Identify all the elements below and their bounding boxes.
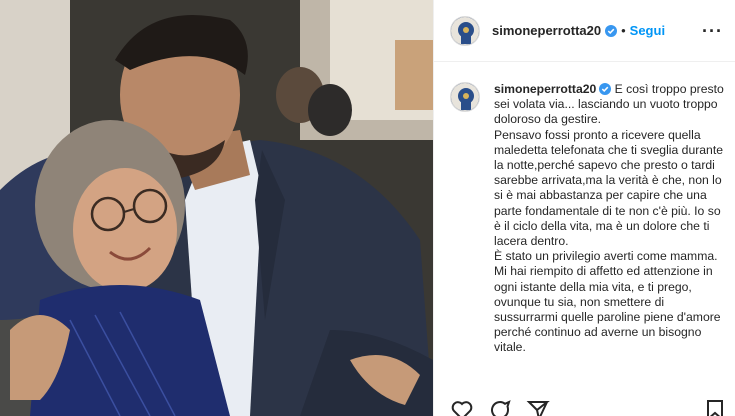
- post-header: simoneperrotta20 • Segui ···: [434, 0, 735, 62]
- avatar-icon: [451, 83, 479, 111]
- heart-icon[interactable]: [450, 398, 474, 416]
- comment-icon[interactable]: [488, 398, 512, 416]
- action-bar: [450, 398, 550, 416]
- follow-button[interactable]: Segui: [630, 23, 665, 38]
- caption-username[interactable]: simoneperrotta20: [494, 82, 596, 96]
- post-sidebar: simoneperrotta20 • Segui ··· simoneperro…: [433, 0, 735, 416]
- caption-text: E così troppo presto sei volata via... l…: [494, 82, 724, 355]
- avatar[interactable]: [450, 15, 480, 46]
- share-icon[interactable]: [526, 398, 550, 416]
- avatar-icon: [451, 16, 479, 45]
- caption-comment: simoneperrotta20 E così troppo presto se…: [450, 82, 726, 356]
- verified-badge-icon: [605, 24, 618, 37]
- separator-dot: •: [621, 23, 626, 38]
- bookmark-icon[interactable]: [703, 398, 727, 416]
- verified-badge-icon: [599, 82, 612, 95]
- more-options-icon[interactable]: ···: [702, 22, 723, 40]
- caption: simoneperrotta20 E così troppo presto se…: [494, 82, 726, 356]
- username[interactable]: simoneperrotta20: [492, 23, 601, 38]
- post-photo[interactable]: [0, 0, 433, 416]
- photo-illustration: [0, 0, 433, 416]
- caption-avatar[interactable]: [450, 82, 480, 112]
